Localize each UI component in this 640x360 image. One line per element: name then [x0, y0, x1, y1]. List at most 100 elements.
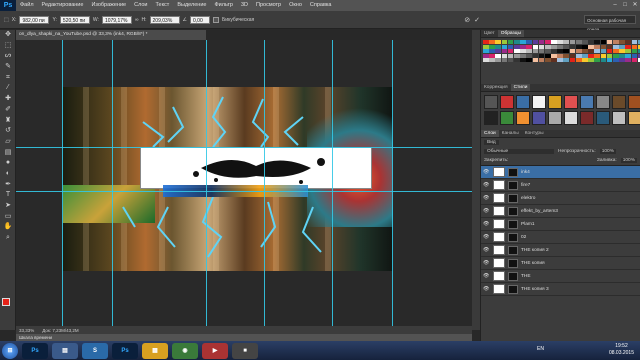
color-swatch[interactable]	[631, 58, 638, 62]
color-swatch[interactable]	[526, 58, 532, 62]
layer-filter-select[interactable]: Вид	[484, 140, 499, 145]
color-swatch[interactable]	[588, 40, 594, 44]
path-select-tool-icon[interactable]: ➤	[2, 201, 14, 211]
lasso-tool-icon[interactable]: ᔕ	[2, 51, 14, 61]
color-swatch[interactable]	[582, 40, 588, 44]
x-field[interactable]: 982,00 пи	[19, 15, 50, 24]
color-swatch[interactable]	[563, 58, 570, 62]
layer-mask-thumbnail[interactable]	[508, 284, 518, 294]
tab-paths[interactable]: Контуры	[522, 130, 547, 137]
color-swatch[interactable]	[569, 40, 576, 44]
eyedropper-tool-icon[interactable]: ⁄	[2, 83, 14, 93]
color-swatch[interactable]	[551, 40, 557, 44]
menu-select[interactable]: Выделение	[173, 0, 210, 11]
layer-mask-thumbnail[interactable]	[508, 232, 518, 242]
tab-layers[interactable]: Слои	[481, 130, 499, 137]
layer-row[interactable]: 👁 THE копия	[481, 257, 640, 270]
color-swatch[interactable]	[526, 49, 532, 53]
visibility-eye-icon[interactable]: 👁	[483, 234, 490, 240]
layer-mask-thumbnail[interactable]	[508, 219, 518, 229]
visibility-eye-icon[interactable]: 👁	[483, 260, 490, 266]
color-swatch[interactable]	[631, 44, 638, 49]
visibility-eye-icon[interactable]: 👁	[483, 221, 490, 227]
color-swatch[interactable]	[619, 58, 625, 62]
color-swatch[interactable]	[501, 49, 508, 53]
style-swatch[interactable]	[516, 95, 530, 109]
minimize-icon[interactable]: –	[610, 0, 620, 11]
gradient-tool-icon[interactable]: ▤	[2, 148, 14, 158]
layer-mask-thumbnail[interactable]	[508, 271, 518, 281]
color-swatch[interactable]	[569, 44, 576, 49]
color-swatch[interactable]	[563, 44, 570, 49]
swatches-grid[interactable]	[481, 38, 640, 64]
system-clock[interactable]: 19:52 08.03.2015	[609, 343, 634, 357]
color-swatch[interactable]	[513, 40, 520, 44]
taskbar-app2-icon[interactable]: ■	[232, 342, 258, 359]
color-swatch[interactable]	[520, 53, 526, 58]
color-swatch[interactable]	[582, 53, 588, 58]
color-swatch[interactable]	[625, 44, 631, 49]
cancel-icon[interactable]: ⊘	[464, 16, 470, 24]
style-swatch[interactable]	[628, 111, 640, 125]
pen-tool-icon[interactable]: ✒	[2, 180, 14, 190]
visibility-eye-icon[interactable]: 👁	[483, 286, 490, 292]
style-swatch[interactable]	[516, 111, 530, 125]
visibility-eye-icon[interactable]: 👁	[483, 208, 490, 214]
style-swatch[interactable]	[548, 111, 562, 125]
color-swatch[interactable]	[600, 53, 607, 58]
color-swatch[interactable]	[513, 49, 520, 53]
color-swatch[interactable]	[563, 53, 570, 58]
color-swatch[interactable]	[513, 58, 520, 62]
color-swatch[interactable]	[594, 40, 601, 44]
style-swatch[interactable]	[548, 95, 562, 109]
color-swatch[interactable]	[507, 58, 514, 62]
timeline-tab[interactable]: Шкала времени	[16, 334, 472, 341]
color-swatch[interactable]	[575, 58, 582, 62]
link-icon[interactable]: ∞	[135, 17, 139, 23]
blend-mode-select[interactable]: Обычные	[484, 149, 554, 154]
color-swatch[interactable]	[569, 53, 576, 58]
color-swatch[interactable]	[507, 44, 514, 49]
styles-grid[interactable]	[481, 92, 640, 128]
color-swatch[interactable]	[588, 49, 594, 53]
language-indicator[interactable]: EN	[537, 346, 544, 352]
layer-mask-thumbnail[interactable]	[508, 193, 518, 203]
color-swatch[interactable]	[557, 53, 563, 58]
visibility-eye-icon[interactable]: 👁	[483, 247, 490, 253]
color-swatch[interactable]	[588, 44, 594, 49]
start-button-icon[interactable]: ⊞	[2, 342, 18, 359]
color-swatch[interactable]	[538, 53, 545, 58]
color-swatch[interactable]	[631, 49, 638, 53]
color-swatch[interactable]	[551, 53, 557, 58]
y-field[interactable]: 520,50 пи	[59, 15, 90, 24]
menu-filter[interactable]: Фильтр	[210, 0, 236, 11]
style-swatch[interactable]	[532, 95, 546, 109]
color-swatch[interactable]	[600, 58, 607, 62]
layer-row[interactable]: 👁 effekt_by_artem3	[481, 205, 640, 218]
color-swatch[interactable]	[495, 40, 502, 44]
color-swatch[interactable]	[489, 40, 495, 44]
tab-adjustments[interactable]: Коррекция	[481, 84, 511, 91]
tab-channels[interactable]: Каналы	[499, 130, 522, 137]
tab-swatches[interactable]: Образцы	[497, 30, 524, 37]
color-swatch[interactable]	[557, 40, 563, 44]
stamp-tool-icon[interactable]: ♜	[2, 116, 14, 126]
color-swatch[interactable]	[513, 53, 520, 58]
color-swatch[interactable]	[594, 58, 601, 62]
color-swatch[interactable]	[532, 44, 539, 49]
color-swatch[interactable]	[526, 40, 532, 44]
visibility-eye-icon[interactable]: 👁	[483, 169, 490, 175]
color-swatch[interactable]	[594, 49, 601, 53]
color-swatch[interactable]	[612, 40, 619, 44]
color-swatch[interactable]	[575, 53, 582, 58]
menu-window[interactable]: Окно	[285, 0, 306, 11]
style-swatch[interactable]	[564, 111, 578, 125]
color-swatch[interactable]	[594, 44, 601, 49]
color-swatch[interactable]	[606, 53, 613, 58]
taskbar-media-icon[interactable]: ▶	[202, 342, 228, 359]
color-swatch[interactable]	[483, 49, 489, 53]
menu-3d[interactable]: 3D	[237, 0, 252, 11]
color-swatch[interactable]	[526, 44, 532, 49]
color-swatch[interactable]	[575, 49, 582, 53]
style-swatch[interactable]	[612, 95, 626, 109]
